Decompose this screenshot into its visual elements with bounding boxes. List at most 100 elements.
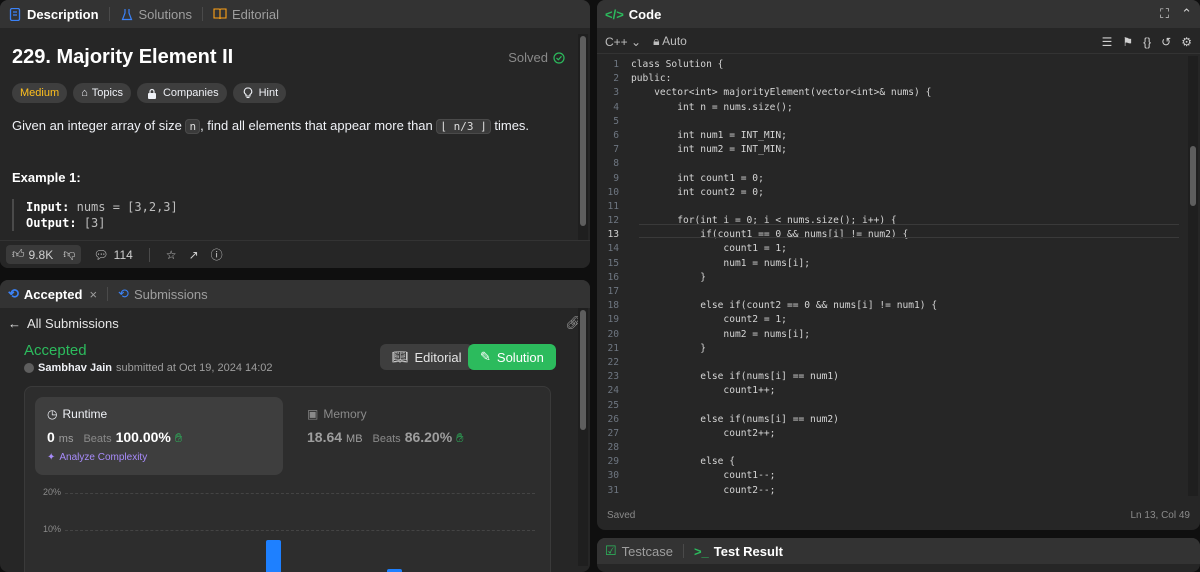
language-select[interactable]: C++ ⌄: [605, 35, 641, 49]
example-output-label: Output:: [26, 216, 77, 230]
accepted-scroll-thumb[interactable]: [580, 310, 586, 430]
tab-code[interactable]: </> Code: [605, 7, 661, 22]
line-number: 3: [613, 87, 619, 99]
code-brackets-icon: </>: [605, 6, 624, 22]
code-line[interactable]: 6 int num1 = INT_MIN;: [597, 129, 1186, 143]
code-line[interactable]: 16 }: [597, 271, 1186, 285]
code-line[interactable]: 28: [597, 441, 1186, 455]
line-number: 18: [607, 300, 619, 312]
code-line[interactable]: 22: [597, 356, 1186, 370]
code-line[interactable]: 4 int n = nums.size();: [597, 101, 1186, 115]
code-line[interactable]: 17: [597, 285, 1186, 299]
example-output: [3]: [83, 216, 106, 230]
tab-description[interactable]: Description: [8, 7, 99, 22]
tab-solutions[interactable]: Solutions: [120, 7, 192, 22]
avatar[interactable]: [24, 363, 34, 373]
code-line[interactable]: 2 public:: [597, 72, 1186, 86]
code-editor[interactable]: 1 class Solution {2 public: 3 vector<int> m…: [597, 56, 1186, 496]
tab-testcase[interactable]: ☑ Testcase: [605, 543, 673, 559]
runtime-card[interactable]: ◷ Runtime 0 ms Beats 100.00% ✋︎ ✦ Analyz…: [35, 397, 283, 475]
code-line[interactable]: 26 else if(nums[i] == num2): [597, 413, 1186, 427]
like-button[interactable]: 👍︎ 9.8K 👎︎: [6, 245, 82, 264]
code-line[interactable]: 3 vector<int> majorityElement(vector<int…: [597, 86, 1186, 100]
tab-divider: [682, 544, 684, 558]
code-line[interactable]: 8: [597, 157, 1186, 171]
code-line[interactable]: 10 int count2 = 0;: [597, 186, 1186, 200]
settings-icon[interactable]: ⚙: [1181, 35, 1192, 49]
accepted-scrollbar[interactable]: [578, 308, 588, 566]
auto-mode[interactable]: 🔒︎ Auto: [653, 34, 687, 49]
code-line[interactable]: 21 }: [597, 342, 1186, 356]
code-scrollbar[interactable]: [1188, 56, 1198, 496]
collapse-icon[interactable]: ⌃: [1181, 6, 1192, 22]
close-icon[interactable]: ×: [89, 287, 97, 302]
help-icon[interactable]: ⓘ: [211, 246, 223, 263]
code-line[interactable]: 9 int count1 = 0;: [597, 172, 1186, 186]
like-count: 9.8K: [28, 247, 54, 262]
memory-card[interactable]: ▣ Memory 18.64 MB Beats 86.20% ✋︎: [295, 397, 543, 475]
code-line[interactable]: 5: [597, 115, 1186, 129]
topics-tag[interactable]: ⌂ Topics: [73, 83, 131, 103]
difficulty-badge[interactable]: Medium: [12, 83, 68, 103]
solution-button[interactable]: ✎ Solution: [468, 344, 556, 370]
bookmark-icon[interactable]: ⚑: [1122, 35, 1133, 49]
analyze-complexity-link[interactable]: ✦ Analyze Complexity: [47, 452, 271, 463]
hint-tag[interactable]: Hint: [232, 83, 287, 103]
back-to-submissions[interactable]: ← All Submissions 🔗︎: [0, 311, 590, 335]
code-line[interactable]: 15 num1 = nums[i];: [597, 257, 1186, 271]
editor-actions: ☰ ⚑ {} ↺ ⚙: [1102, 35, 1192, 49]
line-number: 17: [607, 286, 619, 297]
code-text: count1--;: [631, 470, 776, 482]
code-line[interactable]: 14 count1 = 1;: [597, 242, 1186, 256]
y-tick-label: 20%: [43, 487, 62, 497]
code-line[interactable]: 23 else if(nums[i] == num1): [597, 370, 1186, 384]
thumbs-down-icon[interactable]: 👎︎: [63, 247, 75, 262]
braces-icon[interactable]: {}: [1143, 35, 1151, 49]
editorial-button[interactable]: 📖︎ Editorial: [380, 344, 474, 370]
memory-beats-value: 86.20%: [404, 429, 453, 445]
code-line[interactable]: 7 int num2 = INT_MIN;: [597, 143, 1186, 157]
companies-tag[interactable]: Companies: [136, 83, 227, 103]
tab-divider: [202, 7, 203, 21]
code-line[interactable]: 19 count2 = 1;: [597, 313, 1186, 327]
description-scrollbar[interactable]: [578, 34, 588, 240]
comments-button[interactable]: 💬︎ 114: [93, 248, 132, 262]
share-icon[interactable]: ↗: [189, 248, 199, 262]
maximize-icon[interactable]: ⛶: [1160, 6, 1169, 22]
code-line[interactable]: 24 count1++;: [597, 384, 1186, 398]
terminal-icon: >_: [693, 543, 709, 559]
tab-test-result[interactable]: >_ Test Result: [694, 544, 783, 559]
star-icon[interactable]: ☆: [166, 248, 177, 262]
line-number: 7: [613, 144, 619, 156]
example-block: Input: nums = [3,2,3] Output: [3]: [12, 199, 564, 231]
tab-submissions[interactable]: ⟲ Submissions: [118, 286, 208, 302]
code-text: int count1 = 0;: [631, 172, 764, 184]
code-line[interactable]: 29 else {: [597, 455, 1186, 469]
clap-icon: ✋︎: [456, 430, 464, 445]
code-line[interactable]: 31 count2--;: [597, 484, 1186, 496]
tab-editorial[interactable]: Editorial: [213, 7, 279, 22]
back-label: All Submissions: [27, 315, 119, 331]
code-line[interactable]: 18 else if(count2 == 0 && nums[i] != num…: [597, 299, 1186, 313]
memory-beats-label: Beats: [372, 433, 401, 445]
flask-icon: [120, 7, 134, 21]
code-line[interactable]: 30 count1--;: [597, 469, 1186, 483]
code-line[interactable]: 27 count2++;: [597, 427, 1186, 441]
code-line[interactable]: 25: [597, 399, 1186, 413]
code-line[interactable]: 1 class Solution {: [597, 58, 1186, 72]
code-line[interactable]: 11: [597, 200, 1186, 214]
code-text: count2++;: [631, 427, 776, 439]
code-line[interactable]: 20 num2 = nums[i];: [597, 328, 1186, 342]
example-input: nums = [3,2,3]: [76, 200, 178, 214]
tab-code-label: Code: [628, 6, 662, 22]
description-scroll-thumb[interactable]: [580, 36, 586, 226]
tab-accepted[interactable]: ⟲ Accepted ×: [8, 286, 97, 302]
reset-icon[interactable]: ↺: [1161, 35, 1171, 49]
chart-bar[interactable]: [266, 539, 281, 572]
code-scroll-thumb[interactable]: [1190, 146, 1196, 206]
format-icon[interactable]: ☰: [1102, 35, 1113, 49]
submitter-name[interactable]: Sambhav Jain: [38, 362, 112, 374]
code-text: }: [631, 271, 707, 283]
